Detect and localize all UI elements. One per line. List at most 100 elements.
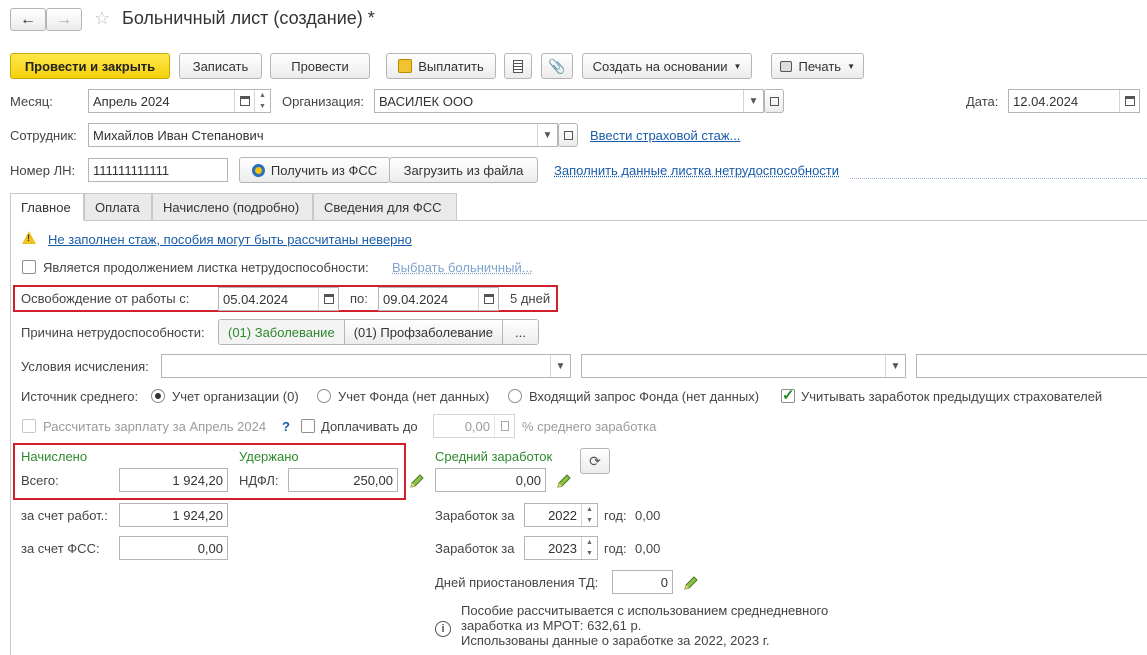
forward-button[interactable]: → [46,8,82,31]
fill-sick-leave-link[interactable]: Заполнить данные листка нетрудоспособнос… [554,163,839,179]
edit-ndfl-pencil-icon[interactable] [409,473,425,489]
tab-fss-info[interactable]: Сведения для ФСС [313,193,457,221]
ln-field[interactable]: 111111111111 [88,158,228,182]
ndfl-field[interactable]: 250,00 [288,468,398,492]
source-org-radio[interactable] [151,389,165,403]
avg-earnings-field[interactable]: 0,00 [435,468,546,492]
dropdown-icon[interactable]: ▼ [885,355,905,377]
choose-sick-leave-link[interactable]: Выбрать больничный... [392,260,533,276]
source-fund-label: Учет Фонда (нет данных) [338,389,490,404]
print-button[interactable]: Печать ▼ [771,53,864,79]
fss-field[interactable]: 0,00 [119,536,228,560]
tab-accrued-detail[interactable]: Начислено (подробно) [152,193,313,221]
paperclip-icon: 📎 [548,57,566,74]
suspend-days-value: 0 [660,574,668,590]
employee-open-button[interactable] [558,123,578,147]
year2-stepper[interactable]: ▲ ▼ [581,537,597,559]
reason-occupational-option[interactable]: (01) Профзаболевание [344,320,503,344]
calc-salary-checkbox[interactable] [22,419,36,433]
calendar-icon[interactable] [234,90,254,112]
total-value: 1 924,20 [172,472,223,488]
calendar-icon[interactable] [1119,90,1139,112]
month-stepper[interactable]: ▲ ▼ [254,90,270,112]
source-request-radio[interactable] [508,389,522,403]
year1-field[interactable]: 2022 ▲ ▼ [524,503,598,527]
source-request-label: Входящий запрос Фонда (нет данных) [529,389,760,404]
ndfl-value: 250,00 [353,472,393,488]
reason-more-option[interactable]: ... [502,320,538,344]
avg-earnings-value: 0,00 [515,472,541,488]
employer-label: за счет работ.: [21,508,108,523]
save-button[interactable]: Записать [179,53,262,79]
continuation-label: Является продолжением листка нетрудоспос… [43,260,369,275]
journal-button[interactable] [504,53,532,79]
release-from-field[interactable]: 05.04.2024 [218,287,339,311]
reason-disease-option[interactable]: (01) Заболевание [219,320,345,344]
condition-field-2[interactable]: ▼ [581,354,906,378]
month-value: Апрель 2024 [93,93,170,109]
source-label: Источник среднего: [21,389,139,404]
extra-pay-field[interactable]: 0,00 [433,414,515,438]
calculator-icon[interactable] [494,415,514,437]
year2-field[interactable]: 2023 ▲ ▼ [524,536,598,560]
attach-button[interactable]: 📎 [541,53,573,79]
fill-link-divider [850,178,1147,179]
continuation-checkbox[interactable] [22,260,36,274]
refresh-button[interactable]: ⟳ [580,448,610,474]
experience-warning-link[interactable]: Не заполнен стаж, пособия могут быть рас… [48,232,412,248]
tab-main[interactable]: Главное [10,193,84,221]
org-open-button[interactable] [764,89,784,113]
get-from-fss-button[interactable]: Получить из ФСС [239,157,390,183]
tab-panel-border [10,220,11,655]
fss-value: 0,00 [197,540,223,556]
create-based-button[interactable]: Создать на основании ▼ [582,53,752,79]
help-question-icon[interactable]: ? [282,419,290,435]
year1-stepper[interactable]: ▲ ▼ [581,504,597,526]
source-org-label: Учет организации (0) [172,389,299,404]
date-value: 12.04.2024 [1013,93,1079,109]
employer-field[interactable]: 1 924,20 [119,503,228,527]
calendar-icon[interactable] [478,288,498,310]
withheld-title: Удержано [239,449,299,464]
prev-employers-checkbox[interactable]: ✓ [781,387,795,404]
prev-employers-label: Учитывать заработок предыдущих страховат… [801,389,1103,404]
release-from-label: Освобождение от работы с: [21,291,190,306]
pay-button[interactable]: Выплатить [386,53,496,79]
post-and-close-button[interactable]: Провести и закрыть [10,53,170,79]
extra-pay-checkbox[interactable] [301,419,315,433]
month-field[interactable]: Апрель 2024 ▲ ▼ [88,89,271,113]
release-to-field[interactable]: 09.04.2024 [378,287,499,311]
conditions-label: Условия исчисления: [21,359,149,374]
release-to-value: 09.04.2024 [383,291,449,307]
refresh-icon: ⟳ [589,452,601,469]
load-from-file-button[interactable]: Загрузить из файла [389,157,538,183]
employee-label: Сотрудник: [10,128,77,143]
dropdown-icon[interactable]: ▼ [537,124,557,146]
date-field[interactable]: 12.04.2024 [1008,89,1140,113]
condition-field-1[interactable]: ▼ [161,354,571,378]
source-fund-radio[interactable] [317,389,331,403]
tab-payment[interactable]: Оплата [84,193,152,221]
suspend-days-label: Дней приостановления ТД: [435,575,599,590]
org-field[interactable]: ВАСИЛЕК ООО ▼ [374,89,764,113]
earnings-year2-label: Заработок за [435,541,515,556]
edit-suspend-pencil-icon[interactable] [683,575,699,591]
fss-icon [251,163,265,177]
total-field[interactable]: 1 924,20 [119,468,228,492]
calendar-icon[interactable] [318,288,338,310]
employee-field[interactable]: Михайлов Иван Степанович ▼ [88,123,558,147]
post-button[interactable]: Провести [270,53,370,79]
avg-earnings-title: Средний заработок [435,449,553,464]
dropdown-icon[interactable]: ▼ [550,355,570,377]
back-button[interactable]: ← [10,8,46,31]
insurance-experience-link[interactable]: Ввести страховой стаж... [590,128,740,144]
year2-value: 2023 [548,540,577,556]
condition-field-3[interactable] [916,354,1147,378]
edit-avg-pencil-icon[interactable] [556,473,572,489]
warning-icon-mark: ! [27,233,30,243]
favorite-star-icon[interactable]: ☆ [94,8,110,29]
ln-label: Номер ЛН: [10,163,76,178]
reason-selector[interactable]: (01) Заболевание (01) Профзаболевание ..… [218,319,539,345]
suspend-days-field[interactable]: 0 [612,570,673,594]
dropdown-icon[interactable]: ▼ [743,90,763,112]
